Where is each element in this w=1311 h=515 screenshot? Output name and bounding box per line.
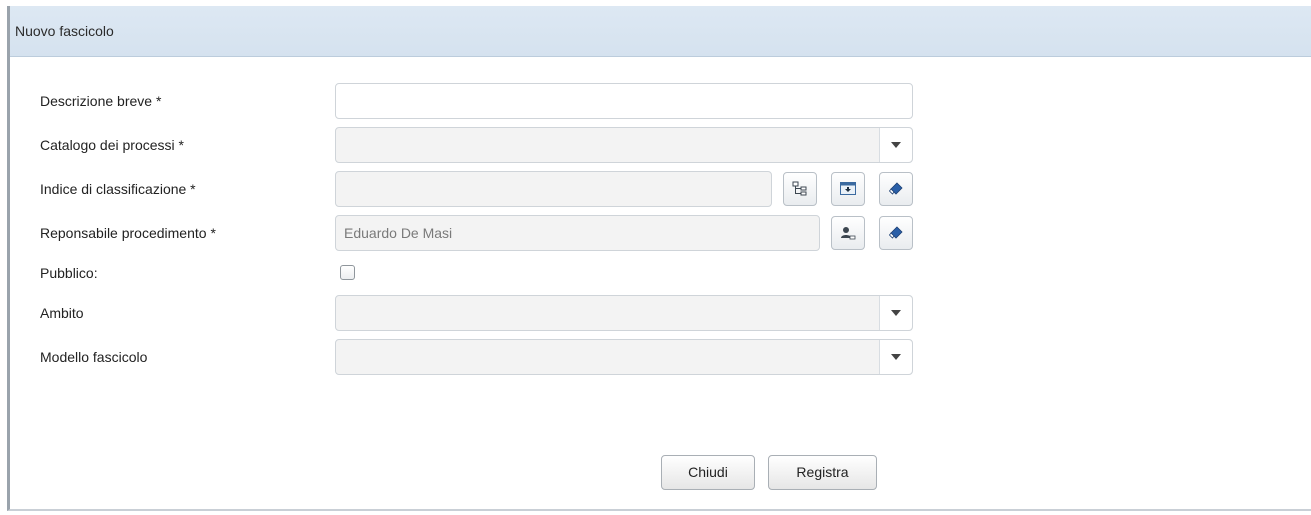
row-pubblico: Pubblico: <box>10 255 1311 291</box>
ambito-dropdown-button[interactable] <box>879 296 912 330</box>
chevron-down-icon <box>891 142 901 148</box>
classification-browse-button[interactable] <box>831 172 865 206</box>
indice-classificazione-label: Indice di classificazione * <box>40 181 196 197</box>
ambito-label: Ambito <box>40 305 84 321</box>
eraser-icon <box>888 182 903 195</box>
modello-fascicolo-dropdown-button[interactable] <box>879 340 912 374</box>
descrizione-breve-label: Descrizione breve * <box>40 93 162 109</box>
modello-fascicolo-select[interactable] <box>335 339 913 375</box>
row-modello-fascicolo: Modello fascicolo <box>10 339 1311 375</box>
register-button[interactable]: Registra <box>768 455 877 490</box>
ambito-select[interactable] <box>335 295 913 331</box>
pubblico-checkbox[interactable] <box>340 265 355 280</box>
responsabile-procedimento-label: Reponsabile procedimento * <box>40 225 216 241</box>
user-search-icon <box>841 227 856 240</box>
responsabile-clear-button[interactable] <box>879 216 913 250</box>
catalogo-processi-label: Catalogo dei processi * <box>40 137 184 153</box>
close-button[interactable]: Chiudi <box>661 455 755 490</box>
browse-icon <box>840 182 856 195</box>
classification-tree-button[interactable] <box>783 172 817 206</box>
eraser-icon <box>888 226 903 239</box>
row-indice-classificazione: Indice di classificazione * <box>10 171 1311 207</box>
responsabile-search-button[interactable] <box>831 216 865 250</box>
classification-clear-button[interactable] <box>879 172 913 206</box>
indice-classificazione-input[interactable] <box>335 171 772 207</box>
row-ambito: Ambito <box>10 295 1311 331</box>
pubblico-label: Pubblico: <box>40 265 98 281</box>
catalogo-processi-select[interactable] <box>335 127 913 163</box>
tree-icon <box>792 181 807 196</box>
descrizione-breve-input[interactable] <box>335 83 913 119</box>
row-descrizione-breve: Descrizione breve * <box>10 83 1311 119</box>
new-dossier-dialog: Nuovo fascicolo Descrizione breve * Cata… <box>7 6 1311 511</box>
responsabile-procedimento-input[interactable] <box>335 215 820 251</box>
modello-fascicolo-label: Modello fascicolo <box>40 349 148 365</box>
chevron-down-icon <box>891 354 901 360</box>
row-responsabile-procedimento: Reponsabile procedimento * <box>10 215 1311 251</box>
chevron-down-icon <box>891 310 901 316</box>
row-catalogo-processi: Catalogo dei processi * <box>10 127 1311 163</box>
catalogo-processi-dropdown-button[interactable] <box>879 128 912 162</box>
dialog-title: Nuovo fascicolo <box>10 6 1311 57</box>
